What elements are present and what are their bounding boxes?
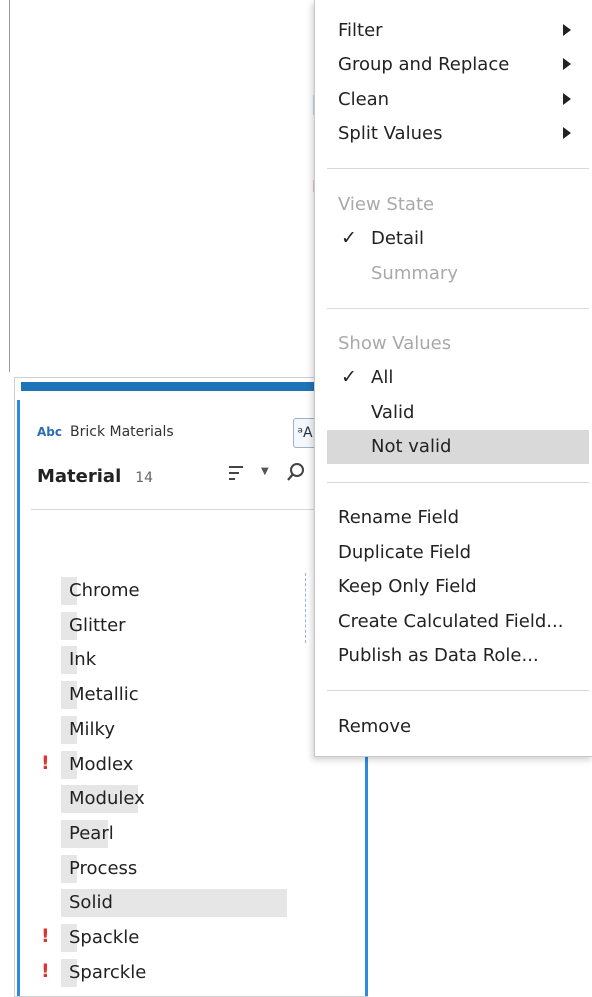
- menu-item-label: Remove: [338, 716, 412, 737]
- card-header: Abc Brick Materials: [37, 424, 174, 440]
- value-label: Solid: [69, 892, 113, 914]
- invalid-exclamation-icon: !: [41, 751, 50, 774]
- chevron-down-icon[interactable]: ▼: [261, 466, 269, 477]
- field-name[interactable]: Material: [37, 466, 121, 487]
- menu-item-label: Publish as Data Role...: [338, 645, 539, 666]
- menu-item-publish-as-data-role[interactable]: Publish as Data Role...: [315, 639, 592, 673]
- value-row[interactable]: Pearl: [15, 819, 367, 849]
- submenu-arrow-icon: [563, 24, 571, 36]
- value-row[interactable]: Modulex: [15, 784, 367, 814]
- menu-separator: [327, 690, 589, 691]
- menu-item-label: All: [371, 367, 394, 388]
- value-label: Spackle: [69, 927, 140, 948]
- menu-item-filter[interactable]: Filter: [315, 14, 592, 48]
- menu-item-label: Detail: [371, 228, 425, 249]
- submenu-arrow-icon: [563, 58, 571, 70]
- menu-item-label: Keep Only Field: [338, 576, 477, 597]
- menu-header-show-values: Show Values: [315, 327, 592, 361]
- value-label: Process: [69, 857, 138, 879]
- menu-item-label: Not valid: [371, 436, 452, 457]
- value-label: Ink: [69, 649, 97, 671]
- value-row[interactable]: ! Spackle: [15, 923, 367, 953]
- menu-item-not-valid[interactable]: Not valid: [327, 430, 589, 464]
- value-label: Chrome: [69, 580, 140, 601]
- menu-item-keep-only-field[interactable]: Keep Only Field: [315, 570, 592, 604]
- value-label: Modulex: [69, 788, 145, 810]
- value-label: Pearl: [69, 822, 114, 844]
- menu-separator: [327, 168, 589, 169]
- menu-item-label: Group and Replace: [338, 54, 510, 75]
- menu-header-view-state: View State: [315, 188, 592, 222]
- value-row[interactable]: ! Sparckle: [15, 958, 367, 988]
- menu-item-remove[interactable]: Remove: [315, 710, 592, 744]
- field-context-menu: Filter Group and Replace Clean Split Values…: [314, 0, 592, 757]
- menu-item-label: Split Values: [338, 123, 443, 144]
- checkmark-icon: ✓: [341, 227, 357, 249]
- canvas-border: [9, 0, 10, 372]
- checkmark-icon: ✓: [341, 366, 357, 388]
- menu-item-group-and-replace[interactable]: Group and Replace: [315, 48, 592, 82]
- menu-item-create-calculated-field[interactable]: Create Calculated Field...: [315, 605, 592, 639]
- menu-item-label: Summary: [371, 263, 458, 284]
- menu-item-label: Duplicate Field: [338, 542, 472, 563]
- menu-item-label: Clean: [338, 89, 390, 110]
- value-label: Glitter: [69, 614, 126, 636]
- value-label: Modlex: [69, 753, 134, 775]
- invalid-exclamation-icon: !: [41, 959, 50, 982]
- value-label: Milky: [69, 718, 115, 740]
- string-type-icon[interactable]: Abc: [37, 425, 62, 439]
- menu-item-label: Filter: [338, 20, 383, 41]
- menu-item-valid[interactable]: Valid: [315, 396, 592, 430]
- menu-item-split-values[interactable]: Split Values: [315, 117, 592, 151]
- menu-item-duplicate-field[interactable]: Duplicate Field: [315, 536, 592, 570]
- field-count: 14: [135, 470, 154, 486]
- menu-item-label: Rename Field: [338, 507, 460, 528]
- search-icon[interactable]: [287, 462, 305, 482]
- menu-item-detail[interactable]: ✓ Detail: [315, 222, 592, 256]
- menu-item-label: View State: [338, 194, 435, 215]
- menu-item-summary: Summary: [315, 257, 592, 291]
- field-header: Material 14: [37, 466, 153, 487]
- source-name: Brick Materials: [70, 424, 174, 440]
- invalid-exclamation-icon: !: [41, 925, 50, 947]
- sort-icon[interactable]: [228, 464, 244, 482]
- menu-item-clean[interactable]: Clean: [315, 83, 592, 117]
- value-label: Metallic: [69, 684, 139, 706]
- value-row[interactable]: Process: [15, 854, 367, 884]
- menu-item-all[interactable]: ✓ All: [315, 361, 592, 395]
- menu-item-label: Show Values: [338, 333, 452, 354]
- menu-separator: [327, 308, 589, 309]
- menu-item-label: Create Calculated Field...: [338, 611, 564, 632]
- card-selection-bar: [21, 382, 361, 391]
- value-row[interactable]: Solid: [15, 888, 367, 918]
- menu-item-label: Valid: [371, 402, 415, 423]
- menu-separator: [327, 482, 589, 483]
- submenu-arrow-icon: [563, 93, 571, 105]
- menu-item-rename-field[interactable]: Rename Field: [315, 501, 592, 535]
- value-label: Sparckle: [69, 961, 147, 983]
- submenu-arrow-icon: [563, 127, 571, 139]
